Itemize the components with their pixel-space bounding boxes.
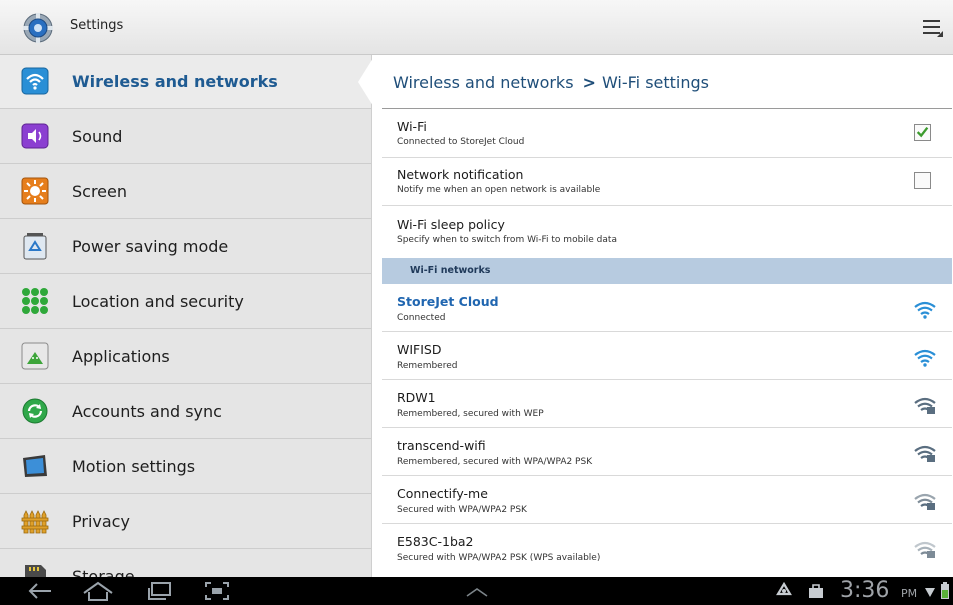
selection-pointer	[358, 58, 373, 106]
wifi-checkbox[interactable]	[914, 124, 931, 141]
network-row[interactable]: E583C-1ba2 Secured with WPA/WPA2 PSK (WP…	[382, 524, 952, 572]
sidebar-item-label: Wireless and networks	[72, 72, 278, 91]
network-status: Remembered	[397, 361, 458, 371]
expand-up-icon[interactable]	[462, 585, 492, 599]
fence-icon	[21, 510, 49, 534]
network-row[interactable]: Connectify-me Secured with WPA/WPA2 PSK	[382, 476, 952, 524]
wifi-settings-panel: Wireless and networks > Wi-Fi settings Wi-…	[372, 55, 953, 577]
setting-title: Wi-Fi	[397, 119, 427, 134]
clock-time[interactable]: 3:36	[840, 578, 889, 603]
sidebar-item-accounts-and-sync[interactable]: Accounts and sync	[0, 385, 371, 439]
breadcrumb-current: Wi-Fi settings	[601, 73, 709, 92]
battery-icon	[941, 582, 949, 599]
breadcrumb: Wireless and networks > Wi-Fi settings	[393, 73, 709, 92]
app-title: Settings	[70, 18, 124, 33]
sidebar-item-location-and-security[interactable]: Location and security	[0, 275, 371, 329]
sidebar-item-sound[interactable]: Sound	[0, 110, 371, 164]
network-row[interactable]: StoreJet Cloud Connected	[382, 284, 952, 332]
recycle-battery-icon	[23, 233, 47, 260]
wifi-sleep-policy-row[interactable]: Wi-Fi sleep policy Specify when to switc…	[382, 206, 952, 258]
sidebar-item-label: Privacy	[72, 512, 130, 531]
settings-sidebar: Wireless and networks Sound Screen Power…	[0, 55, 372, 577]
network-name: WIFISD	[397, 342, 442, 357]
network-notification-checkbox[interactable]	[914, 172, 931, 189]
wifi-secured-icon	[914, 541, 936, 558]
screenshot-icon[interactable]	[203, 580, 231, 602]
brightness-icon	[21, 177, 49, 205]
clock-ampm: PM	[901, 587, 918, 600]
section-header-label: Wi-Fi networks	[410, 265, 491, 276]
network-name: StoreJet Cloud	[397, 294, 499, 309]
network-row[interactable]: WIFISD Remembered	[382, 332, 952, 380]
recent-apps-icon[interactable]	[145, 580, 175, 602]
setting-title: Wi-Fi sleep policy	[397, 217, 505, 232]
back-icon[interactable]	[25, 580, 55, 602]
setting-subtitle: Notify me when an open network is availa…	[397, 185, 601, 195]
location-grid-icon	[22, 288, 48, 314]
wifi-secured-icon	[914, 445, 936, 462]
network-status: Remembered, secured with WPA/WPA2 PSK	[397, 457, 593, 467]
network-row[interactable]: RDW1 Remembered, secured with WEP	[382, 380, 952, 428]
setting-subtitle: Specify when to switch from Wi-Fi to mob…	[397, 235, 617, 245]
sidebar-item-label: Power saving mode	[72, 237, 229, 256]
speaker-icon	[21, 123, 49, 149]
network-notification-row[interactable]: Network notification Notify me when an o…	[382, 158, 952, 206]
wifi-signal-icon	[914, 349, 936, 367]
wifi-secured-icon	[914, 493, 936, 510]
home-icon[interactable]	[80, 580, 116, 602]
sidebar-item-storage[interactable]: Storage	[0, 550, 371, 577]
sidebar-item-label: Accounts and sync	[72, 402, 222, 421]
sidebar-item-privacy[interactable]: Privacy	[0, 495, 371, 549]
wifi-status-icon	[925, 588, 935, 597]
wifi-icon	[21, 67, 49, 95]
sidebar-item-power-saving-mode[interactable]: Power saving mode	[0, 220, 371, 274]
sidebar-item-applications[interactable]: Applications	[0, 330, 371, 384]
menu-icon[interactable]	[922, 18, 944, 38]
sidebar-item-screen[interactable]: Screen	[0, 165, 371, 219]
breadcrumb-parent[interactable]: Wireless and networks	[393, 73, 574, 92]
sidebar-item-label: Storage	[72, 567, 135, 577]
wifi-toggle-row[interactable]: Wi-Fi Connected to StoreJet Cloud	[382, 110, 952, 158]
android-app-icon	[21, 342, 49, 370]
section-header: Wi-Fi networks	[382, 258, 952, 284]
sidebar-item-label: Location and security	[72, 292, 244, 311]
sd-card-icon	[25, 565, 46, 577]
motion-tablet-icon	[23, 455, 47, 477]
network-name: transcend-wifi	[397, 438, 486, 453]
setting-subtitle: Connected to StoreJet Cloud	[397, 137, 525, 147]
settings-gear-icon[interactable]	[22, 12, 54, 44]
recycle-notification-icon[interactable]	[775, 582, 793, 600]
wifi-secured-icon	[914, 397, 936, 414]
system-bar: 3:36 PM	[0, 577, 953, 605]
sidebar-item-motion-settings[interactable]: Motion settings	[0, 440, 371, 494]
sidebar-item-label: Applications	[72, 347, 170, 366]
title-bar: Settings	[0, 0, 953, 55]
sidebar-item-label: Motion settings	[72, 457, 196, 476]
network-name: Connectify-me	[397, 486, 488, 501]
network-name: RDW1	[397, 390, 436, 405]
shopping-bag-notification-icon[interactable]	[807, 583, 825, 599]
network-status: Secured with WPA/WPA2 PSK	[397, 505, 527, 515]
checkmark-icon	[916, 126, 929, 138]
divider	[382, 108, 952, 109]
setting-title: Network notification	[397, 167, 524, 182]
network-status: Remembered, secured with WEP	[397, 409, 544, 419]
sidebar-item-label: Sound	[72, 127, 123, 146]
network-status: Connected	[397, 313, 446, 323]
network-name: E583C-1ba2	[397, 534, 474, 549]
sync-icon	[22, 398, 48, 424]
network-row[interactable]: transcend-wifi Remembered, secured with …	[382, 428, 952, 476]
sidebar-item-label: Screen	[72, 182, 128, 201]
network-status: Secured with WPA/WPA2 PSK (WPS available…	[397, 553, 601, 563]
sidebar-item-wireless-and-networks[interactable]: Wireless and networks	[0, 55, 371, 109]
breadcrumb-separator: >	[582, 73, 596, 92]
wifi-signal-icon	[914, 301, 936, 319]
